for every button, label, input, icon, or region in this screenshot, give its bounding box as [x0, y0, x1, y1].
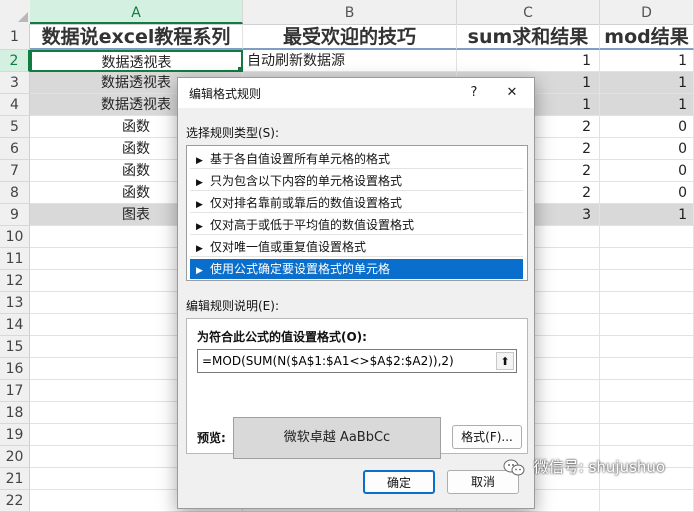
triangle-right-icon: ▶	[196, 222, 203, 232]
rule-type-list[interactable]: ▶ 基于各自值设置所有单元格的格式 ▶ 只为包含以下内容的单元格设置格式 ▶ 仅对排名靠前…	[186, 145, 528, 281]
rule-type-label: 仅对排名靠前或靠后的数值设置格式	[210, 196, 403, 210]
empty-cell[interactable]	[600, 248, 694, 270]
rule-type-item[interactable]: ▶ 仅对唯一值或重复值设置格式	[190, 237, 523, 257]
table-cell[interactable]: 0	[600, 116, 694, 138]
column-header-b[interactable]: B	[243, 0, 457, 24]
empty-cell[interactable]	[600, 380, 694, 402]
formula-input[interactable]: =MOD(SUM(N($A$1:$A1<>$A$2:$A2)),2) ⬆	[197, 349, 517, 373]
dialog-titlebar[interactable]: 编辑格式规则 ? ✕	[178, 78, 534, 108]
row-header[interactable]: 14	[0, 314, 30, 336]
triangle-right-icon: ▶	[196, 244, 203, 254]
column-header-d[interactable]: D	[600, 0, 694, 24]
empty-cell[interactable]	[600, 358, 694, 380]
watermark-text: 微信号: shujushuo	[533, 458, 666, 476]
row-header[interactable]: 19	[0, 424, 30, 446]
rule-type-label: 选择规则类型(S):	[186, 126, 280, 140]
empty-cell[interactable]	[600, 226, 694, 248]
row-header[interactable]: 7	[0, 160, 30, 182]
edit-description-label: 编辑规则说明(E):	[186, 299, 279, 313]
table-cell[interactable]: 1	[600, 72, 694, 94]
preview-label: 预览:	[197, 431, 226, 445]
rule-type-label: 只为包含以下内容的单元格设置格式	[210, 174, 403, 188]
ok-button[interactable]: 确定	[363, 470, 435, 494]
header-cell-a[interactable]: 数据说excel教程系列	[30, 24, 243, 50]
formula-label: 为符合此公式的值设置格式(O):	[197, 330, 367, 344]
header-cell-b[interactable]: 最受欢迎的技巧	[243, 24, 457, 50]
row-header[interactable]: 12	[0, 270, 30, 292]
row-header[interactable]: 3	[0, 72, 30, 94]
row-header[interactable]: 21	[0, 468, 30, 490]
header-cell-c[interactable]: sum求和结果	[457, 24, 600, 50]
table-cell[interactable]: 1	[600, 50, 694, 72]
row-header[interactable]: 5	[0, 116, 30, 138]
formula-value: =MOD(SUM(N($A$1:$A1<>$A$2:$A2)),2)	[202, 354, 454, 368]
empty-cell[interactable]	[600, 292, 694, 314]
row-header[interactable]: 22	[0, 490, 30, 512]
triangle-right-icon: ▶	[196, 200, 203, 210]
rule-type-label: 基于各自值设置所有单元格的格式	[210, 152, 391, 166]
empty-cell[interactable]	[600, 402, 694, 424]
table-cell[interactable]: 0	[600, 182, 694, 204]
row-header[interactable]: 1	[0, 24, 30, 50]
row-header[interactable]: 9	[0, 204, 30, 226]
table-cell[interactable]: 0	[600, 160, 694, 182]
column-header-c[interactable]: C	[457, 0, 600, 24]
table-cell[interactable]: 数据透视表	[30, 50, 243, 72]
row-header[interactable]: 20	[0, 446, 30, 468]
table-cell[interactable]: 1	[600, 94, 694, 116]
row-header[interactable]: 13	[0, 292, 30, 314]
table-cell[interactable]: 1	[600, 204, 694, 226]
column-header-bar: A B C D	[0, 0, 694, 25]
select-all-corner[interactable]	[0, 0, 31, 24]
help-icon[interactable]: ?	[462, 82, 486, 104]
empty-cell[interactable]	[600, 424, 694, 446]
rule-type-label: 使用公式确定要设置格式的单元格	[210, 262, 391, 276]
row-header[interactable]: 11	[0, 248, 30, 270]
row-header[interactable]: 17	[0, 380, 30, 402]
column-header-a[interactable]: A	[30, 0, 243, 24]
close-icon[interactable]: ✕	[500, 82, 524, 104]
row-header[interactable]: 18	[0, 402, 30, 424]
triangle-right-icon: ▶	[196, 178, 203, 188]
format-preview: 微软卓越 AaBbCc	[233, 417, 441, 459]
rule-type-item[interactable]: ▶ 使用公式确定要设置格式的单元格	[190, 259, 523, 279]
row-header[interactable]: 15	[0, 336, 30, 358]
rule-type-item[interactable]: ▶ 基于各自值设置所有单元格的格式	[190, 149, 523, 169]
empty-cell[interactable]	[600, 490, 694, 512]
header-cell-d[interactable]: mod结果	[600, 24, 694, 50]
row-header[interactable]: 8	[0, 182, 30, 204]
row-header[interactable]: 16	[0, 358, 30, 380]
watermark: 微信号: shujushuo	[503, 453, 665, 481]
table-cell[interactable]: 自动刷新数据源	[243, 50, 457, 72]
row-header[interactable]: 10	[0, 226, 30, 248]
empty-cell[interactable]	[600, 270, 694, 292]
triangle-right-icon: ▶	[196, 156, 203, 166]
table-cell[interactable]: 1	[457, 50, 600, 72]
edit-format-rule-dialog: 编辑格式规则 ? ✕ 选择规则类型(S): ▶ 基于各自值设置所有单元格的格式 ▶ 只…	[177, 77, 535, 509]
collapse-dialog-icon[interactable]: ⬆	[496, 352, 514, 370]
empty-cell[interactable]	[600, 336, 694, 358]
triangle-right-icon: ▶	[196, 266, 203, 276]
wechat-icon	[503, 459, 525, 475]
rule-type-item[interactable]: ▶ 只为包含以下内容的单元格设置格式	[190, 171, 523, 191]
dialog-title: 编辑格式规则	[189, 87, 262, 101]
row-header[interactable]: 2	[0, 50, 30, 72]
rule-type-label: 仅对高于或低于平均值的数值设置格式	[210, 218, 415, 232]
empty-cell[interactable]	[600, 314, 694, 336]
table-cell[interactable]: 0	[600, 138, 694, 160]
rule-type-item[interactable]: ▶ 仅对排名靠前或靠后的数值设置格式	[190, 193, 523, 213]
rule-type-item[interactable]: ▶ 仅对高于或低于平均值的数值设置格式	[190, 215, 523, 235]
rule-type-label: 仅对唯一值或重复值设置格式	[210, 240, 367, 254]
row-header[interactable]: 6	[0, 138, 30, 160]
row-header[interactable]: 4	[0, 94, 30, 116]
rule-description-panel: 为符合此公式的值设置格式(O): =MOD(SUM(N($A$1:$A1<>$A…	[186, 318, 528, 459]
format-button[interactable]: 格式(F)...	[452, 425, 522, 449]
